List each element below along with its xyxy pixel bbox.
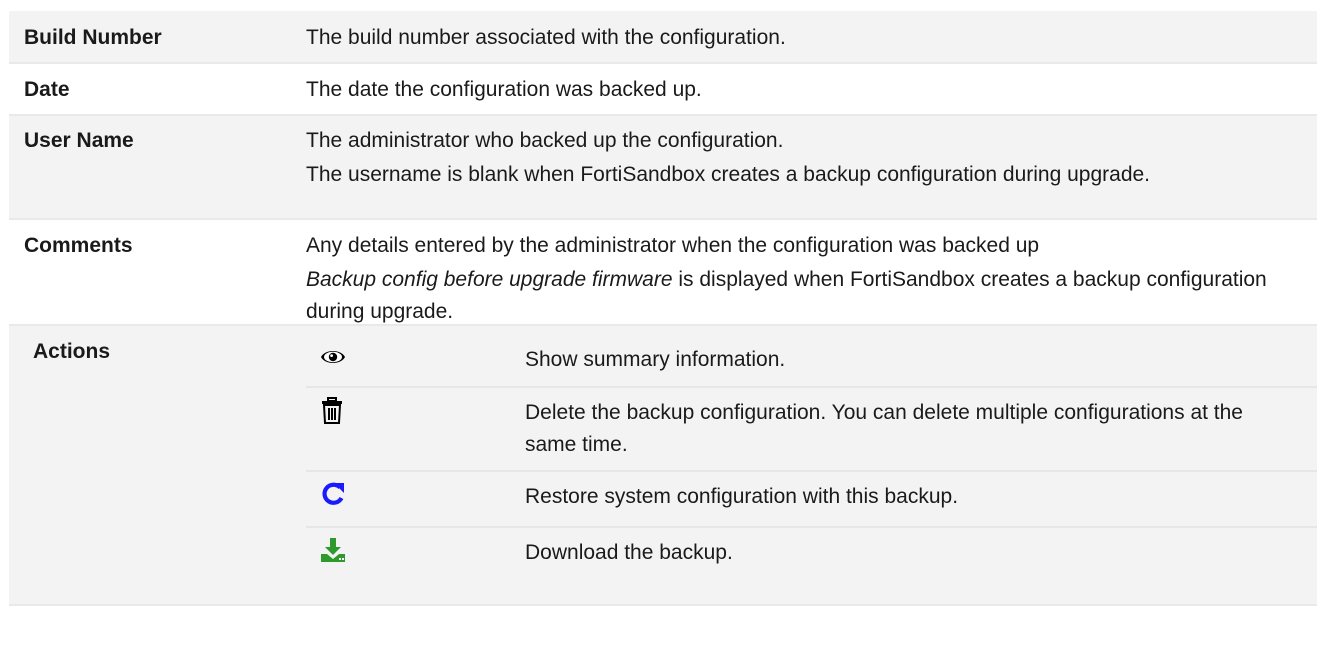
- action-row-view: Show summary information.: [306, 326, 1317, 388]
- action-icon-cell: [306, 397, 525, 470]
- desc-text: The build number associated with the con…: [306, 26, 786, 49]
- row-date: Date The date the configuration was back…: [9, 64, 1317, 116]
- action-icon-cell: [306, 537, 525, 596]
- row-actions: Actions Show summary information. Delete…: [9, 326, 1317, 606]
- definition-table: Build Number The build number associated…: [9, 11, 1317, 606]
- trash-icon: [320, 397, 344, 424]
- row-user-name: User Name The administrator who backed u…: [9, 116, 1317, 220]
- actions-list: Show summary information. Delete the bac…: [306, 326, 1317, 604]
- action-text: Delete the backup configuration. You can…: [525, 401, 1243, 456]
- desc-text: Backup config before upgrade firmware is…: [306, 264, 1297, 328]
- action-text: Show summary information.: [525, 348, 786, 371]
- desc-text: The date the configuration was backed up…: [306, 78, 702, 101]
- action-row-restore: Restore system configuration with this b…: [306, 472, 1317, 528]
- desc-date: The date the configuration was backed up…: [306, 74, 1317, 114]
- term-user-name: User Name: [24, 129, 134, 152]
- term-date: Date: [24, 78, 70, 101]
- action-icon-cell: [306, 344, 525, 386]
- action-icon-cell: [306, 481, 525, 526]
- desc-text: Any details entered by the administrator…: [306, 234, 1040, 257]
- term-actions: Actions: [33, 340, 111, 363]
- desc-user-name: The administrator who backed up the conf…: [306, 125, 1317, 218]
- term-build-number: Build Number: [24, 26, 162, 49]
- desc-build-number: The build number associated with the con…: [306, 22, 1317, 62]
- desc-text: The administrator who backed up the conf…: [306, 129, 784, 152]
- download-icon: [320, 537, 345, 563]
- action-text: Download the backup.: [525, 541, 733, 564]
- action-row-delete: Delete the backup configuration. You can…: [306, 388, 1317, 472]
- action-text: Restore system configuration with this b…: [525, 485, 959, 508]
- desc-comments: Any details entered by the administrator…: [306, 230, 1317, 324]
- eye-icon: [320, 344, 345, 370]
- row-build-number: Build Number The build number associated…: [9, 11, 1317, 64]
- action-row-download: Download the backup.: [306, 528, 1317, 596]
- desc-italic-text: Backup config before upgrade firmware: [306, 268, 673, 291]
- desc-text: The username is blank when FortiSandbox …: [306, 163, 1151, 186]
- refresh-icon: [320, 481, 344, 507]
- row-comments: Comments Any details entered by the admi…: [9, 220, 1317, 326]
- term-comments: Comments: [24, 234, 133, 257]
